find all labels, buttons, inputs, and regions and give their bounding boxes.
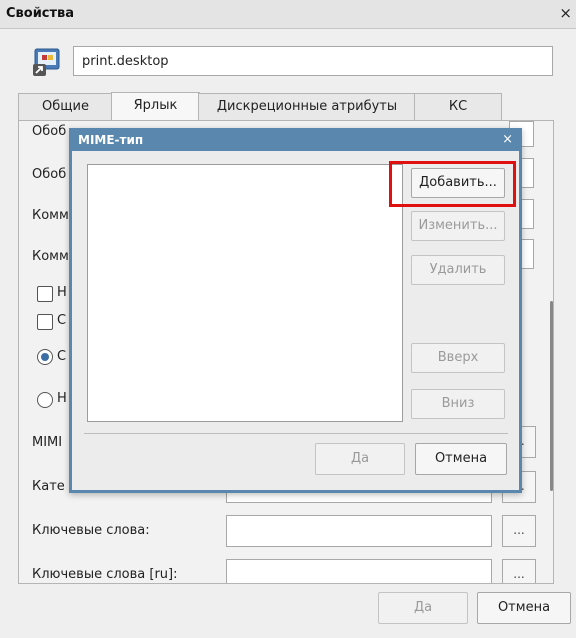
field-label-category: Кате [32,479,65,494]
desktop-file-icon [33,48,60,76]
window-title: Свойства [6,6,75,21]
mime-edit-button[interactable]: Изменить... [411,211,505,241]
mime-dialog-close-icon[interactable]: × [502,132,513,147]
keywords-input[interactable] [226,515,492,547]
mime-dialog-separator [84,433,508,434]
checkbox-1[interactable] [37,286,53,302]
checkbox-2[interactable] [37,314,53,330]
keywords-ru-input[interactable] [226,559,492,583]
mime-dialog-title-bar: MIME-тип × [72,131,519,151]
mime-cancel-button[interactable]: Отмена [415,443,507,475]
tab-general[interactable]: Общие [18,93,113,120]
field-label-keywords-ru: Ключевые слова [ru]: [32,567,178,582]
file-name-input[interactable] [73,46,553,76]
checkbox-2-label: С [57,313,67,328]
tab-discretionary-attributes[interactable]: Дискреционные атрибуты [198,93,416,120]
ok-button[interactable]: Да [378,592,468,624]
keywords-browse-button[interactable]: ... [502,515,536,547]
field-label-obob2: Обоб [32,167,67,182]
field-label-komm1: Комм [32,208,69,223]
mime-up-button[interactable]: Вверх [411,343,505,373]
mime-type-dialog: MIME-тип × Добавить... Изменить... Удали… [69,128,522,493]
radio-2-label: Н [57,391,67,406]
mime-ok-button[interactable]: Да [315,443,405,475]
mime-delete-button[interactable]: Удалить [411,255,505,285]
field-label-mime: MIMI [32,435,63,450]
panel-scrollbar[interactable] [550,301,553,491]
radio-1[interactable] [37,349,53,365]
mime-down-button[interactable]: Вниз [411,389,505,419]
keywords-ru-browse-button[interactable]: ... [502,559,536,583]
properties-window: Свойства × Общие Ярлык Дискреционные атр… [0,0,576,638]
cancel-button[interactable]: Отмена [477,592,571,624]
field-label-obob1: Обоб [32,124,67,139]
mime-type-list[interactable] [87,164,403,422]
checkbox-1-label: Н [57,285,67,300]
radio-2[interactable] [37,392,53,408]
close-icon[interactable]: × [559,4,572,22]
field-label-komm2: Комм [32,249,69,264]
field-label-keywords: Ключевые слова: [32,523,150,538]
mime-dialog-title: MIME-тип [78,133,144,147]
radio-1-label: С [57,349,67,364]
mime-add-button[interactable]: Добавить... [411,168,505,198]
tab-shortcut[interactable]: Ярлык [111,92,200,121]
title-bar: Свойства × [0,0,576,29]
tab-ks[interactable]: КС [414,93,502,120]
